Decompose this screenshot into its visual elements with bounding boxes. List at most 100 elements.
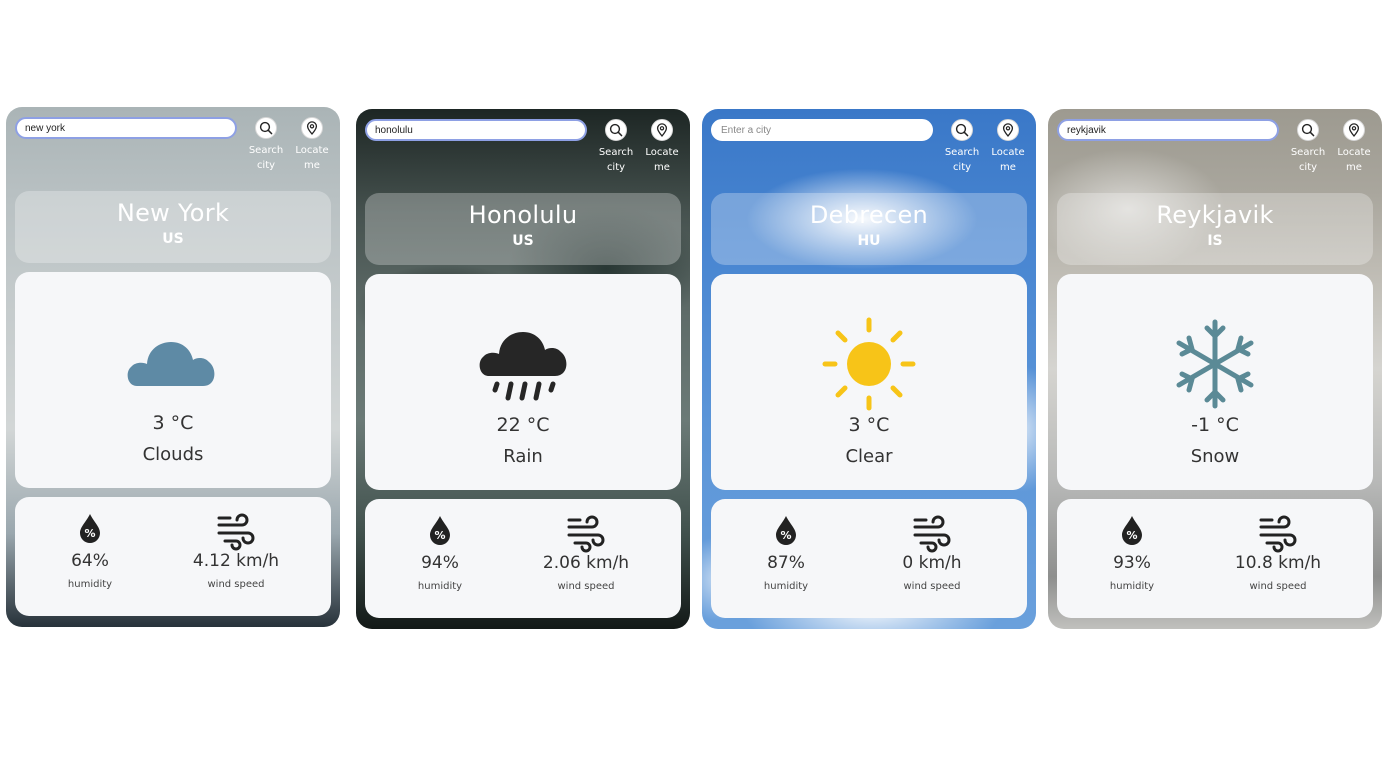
city-search-input[interactable] (15, 117, 237, 139)
location-panel: Debrecen HU (711, 193, 1027, 265)
details-panel: % 87% humidity 0 km/h wind speed (711, 499, 1027, 618)
locate-me-label: Locate me (991, 147, 1025, 173)
wind-icon (913, 515, 951, 553)
humidity-drop-icon: % (430, 516, 450, 545)
weather-condition: Rain (503, 446, 543, 467)
temperature: 3 °C (152, 412, 194, 434)
wind-icon (567, 515, 605, 553)
humidity-drop-icon: % (776, 516, 796, 545)
search-icon (1297, 119, 1319, 141)
weather-panel: 3 °C Clear (711, 274, 1027, 490)
locate-me-button[interactable]: Locate me (638, 119, 686, 185)
wind-speed-value: 10.8 km/h (1234, 553, 1322, 573)
search-city-button[interactable]: Search city (1284, 119, 1332, 185)
city-search-input[interactable] (1057, 119, 1279, 141)
location-pin-icon (301, 117, 323, 139)
city-search-input[interactable] (711, 119, 933, 141)
locate-me-button[interactable]: Locate me (1330, 119, 1378, 185)
humidity-value: 64% (71, 551, 109, 571)
weather-panel: 22 °C Rain (365, 274, 681, 490)
cloud-icon (127, 342, 215, 386)
search-bar: Search city Locate me (365, 119, 681, 185)
locate-me-label: Locate me (1337, 147, 1371, 173)
weather-panel: -1 °C Snow (1057, 274, 1373, 490)
country-code: US (162, 231, 184, 247)
svg-text:%: % (780, 529, 791, 542)
weather-card-new-york: Search city Locate me New York US 3 °C C… (6, 107, 340, 627)
svg-text:%: % (1126, 529, 1137, 542)
details-panel: % 93% humidity 10.8 km/h wind speed (1057, 499, 1373, 618)
temperature: 3 °C (848, 414, 890, 436)
location-panel: Honolulu US (365, 193, 681, 265)
sun-icon (822, 317, 916, 411)
wind-speed-caption: wind speed (903, 581, 961, 592)
humidity-detail: % 64% humidity (15, 497, 165, 616)
humidity-caption: humidity (1109, 581, 1155, 592)
humidity-caption: humidity (763, 581, 809, 592)
wind-speed-value: 4.12 km/h (192, 551, 280, 571)
wind-icon (1259, 515, 1297, 553)
city-name: Debrecen (809, 201, 929, 229)
humidity-detail: % 93% humidity (1057, 499, 1207, 618)
wind-speed-value: 2.06 km/h (542, 553, 630, 573)
wind-speed-caption: wind speed (1249, 581, 1307, 592)
humidity-drop-icon: % (80, 514, 100, 543)
temperature: 22 °C (496, 414, 550, 436)
country-code: US (512, 233, 534, 249)
search-city-label: Search city (1290, 147, 1326, 173)
svg-text:%: % (434, 529, 445, 542)
location-pin-icon (1343, 119, 1365, 141)
search-city-label: Search city (944, 147, 980, 173)
details-panel: % 94% humidity 2.06 km/h wind speed (365, 499, 681, 618)
search-city-button[interactable]: Search city (242, 117, 290, 183)
temperature: -1 °C (1191, 414, 1239, 436)
weather-card-debrecen: Search city Locate me Debrecen HU (702, 109, 1036, 629)
search-bar: Search city Locate me (711, 119, 1027, 185)
humidity-value: 94% (421, 553, 459, 573)
search-bar: Search city Locate me (1057, 119, 1373, 185)
weather-condition: Clouds (142, 444, 204, 465)
city-name: Honolulu (468, 201, 578, 229)
search-city-label: Search city (248, 145, 284, 171)
city-name: New York (116, 199, 230, 227)
wind-detail: 4.12 km/h wind speed (161, 497, 311, 616)
wind-icon (217, 513, 255, 551)
weather-card-reykjavik: Search city Locate me Reykjavik IS (1048, 109, 1382, 629)
humidity-drop-icon: % (1122, 516, 1142, 545)
details-panel: % 64% humidity 4.12 km/h wind speed (15, 497, 331, 616)
locate-me-button[interactable]: Locate me (984, 119, 1032, 185)
location-panel: Reykjavik IS (1057, 193, 1373, 265)
country-code: HU (857, 233, 881, 249)
humidity-caption: humidity (417, 581, 463, 592)
weather-card-honolulu: Search city Locate me Honolulu US 22 °C … (356, 109, 690, 629)
humidity-value: 93% (1113, 553, 1151, 573)
humidity-caption: humidity (67, 579, 113, 590)
country-code: IS (1207, 233, 1223, 249)
snowflake-icon (1176, 319, 1254, 409)
locate-me-button[interactable]: Locate me (288, 117, 336, 183)
search-city-label: Search city (598, 147, 634, 173)
location-pin-icon (997, 119, 1019, 141)
search-bar: Search city Locate me (15, 117, 331, 183)
search-icon (951, 119, 973, 141)
locate-me-label: Locate me (645, 147, 679, 173)
search-icon (605, 119, 627, 141)
location-panel: New York US (15, 191, 331, 263)
wind-detail: 0 km/h wind speed (857, 499, 1007, 618)
wind-speed-caption: wind speed (207, 579, 265, 590)
search-city-button[interactable]: Search city (938, 119, 986, 185)
weather-panel: 3 °C Clouds (15, 272, 331, 488)
wind-speed-caption: wind speed (557, 581, 615, 592)
search-city-button[interactable]: Search city (592, 119, 640, 185)
rain-icon (479, 332, 567, 401)
search-icon (255, 117, 277, 139)
city-search-input[interactable] (365, 119, 587, 141)
weather-condition: Snow (1190, 446, 1240, 467)
svg-text:%: % (84, 527, 95, 540)
location-pin-icon (651, 119, 673, 141)
humidity-value: 87% (767, 553, 805, 573)
weather-condition: Clear (845, 446, 893, 467)
wind-speed-value: 0 km/h (902, 553, 962, 573)
wind-detail: 10.8 km/h wind speed (1203, 499, 1353, 618)
humidity-detail: % 87% humidity (711, 499, 861, 618)
